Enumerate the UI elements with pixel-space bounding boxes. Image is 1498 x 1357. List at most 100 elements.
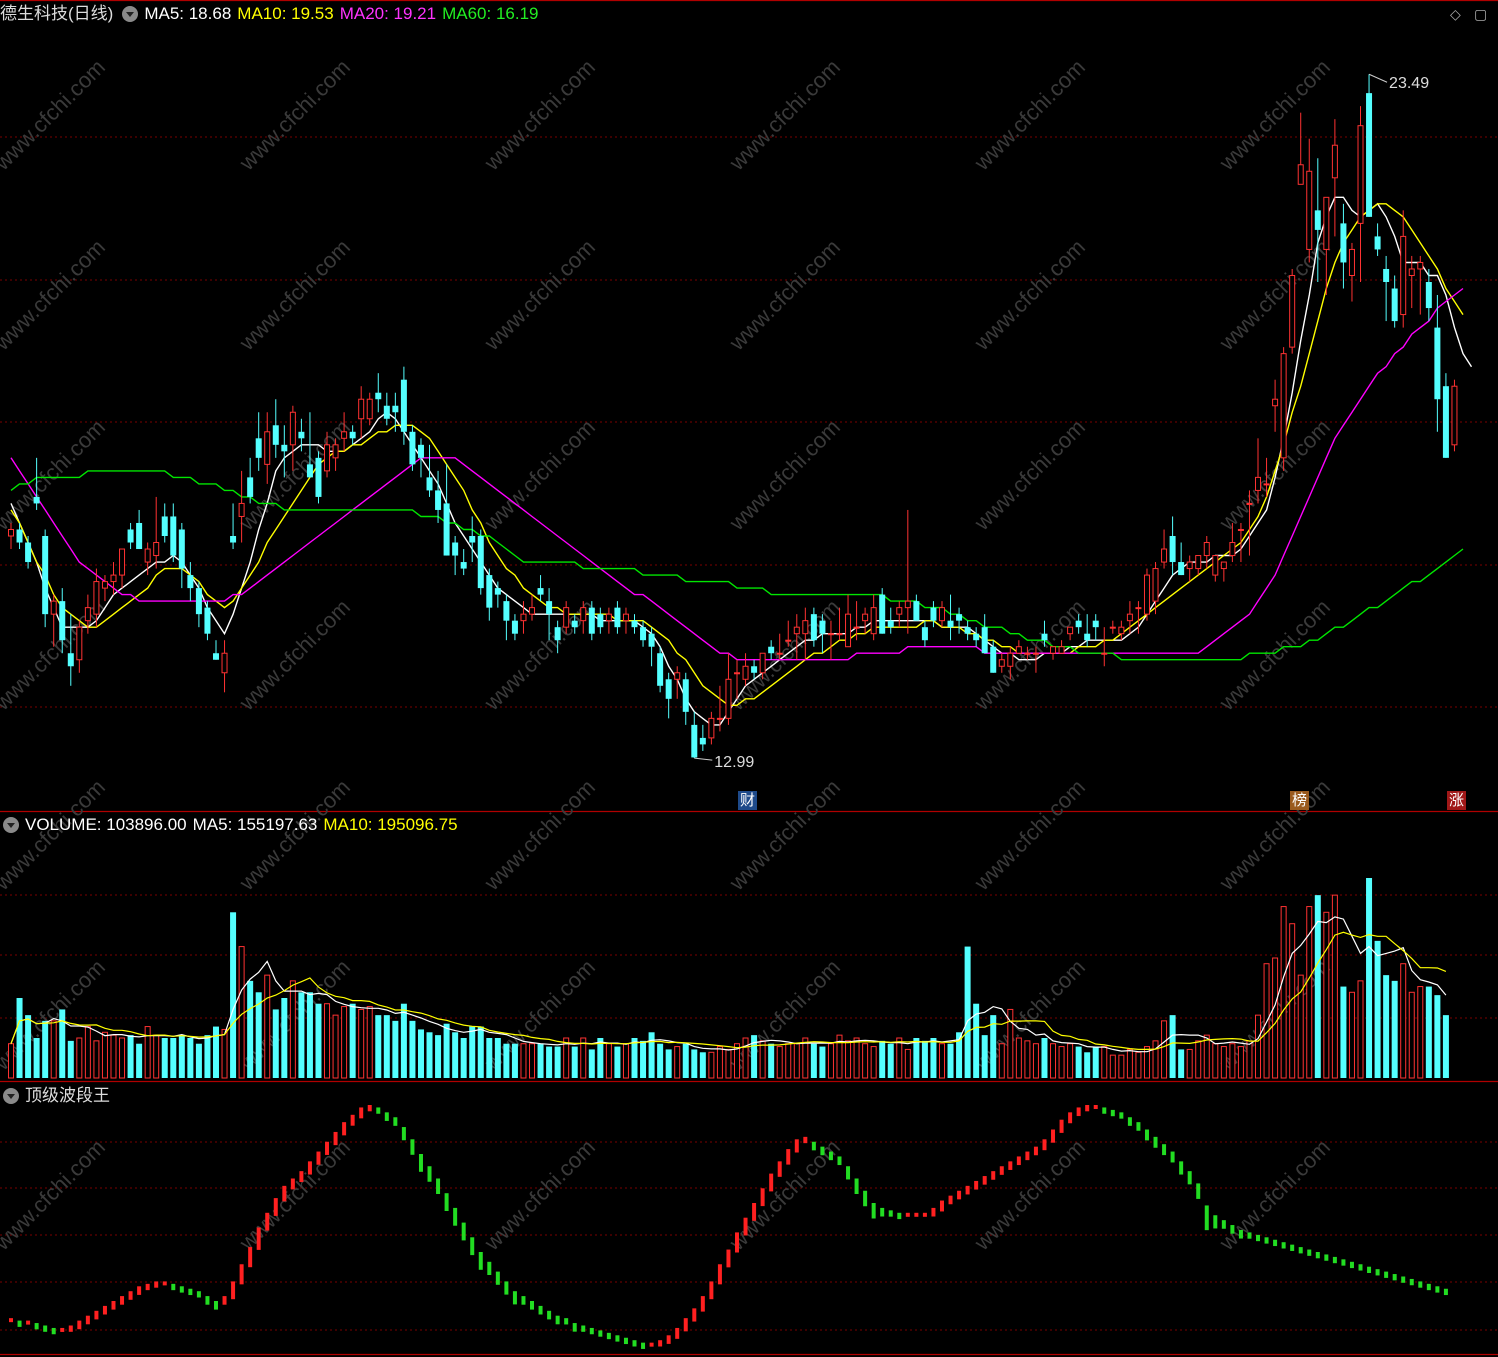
indicator-bar — [222, 1296, 227, 1305]
candle-body — [1417, 261, 1424, 270]
candle-body — [836, 633, 843, 636]
indicator-bar — [957, 1190, 962, 1200]
indicator-bar — [1358, 1264, 1363, 1271]
candle-body — [571, 620, 578, 628]
volume-bar — [870, 1046, 877, 1079]
watermark-text: www.cfchi.com — [479, 774, 600, 895]
volume-bar — [42, 1020, 49, 1078]
candle — [1297, 112, 1304, 185]
candle-body — [725, 678, 732, 719]
candle-body — [1323, 196, 1330, 250]
candle — [648, 627, 655, 667]
indicator-bar — [1136, 1122, 1141, 1131]
candle — [1203, 536, 1210, 569]
candle-body — [990, 646, 997, 673]
candle-body — [981, 627, 988, 654]
candle — [76, 620, 83, 673]
volume-bar — [1340, 986, 1347, 1078]
candle — [486, 568, 493, 621]
indicator-bar — [752, 1203, 757, 1221]
volume-bar — [1152, 1040, 1159, 1079]
candle — [383, 392, 390, 426]
candle-body — [349, 431, 356, 439]
candle-body — [1357, 125, 1364, 224]
indicator-bar — [325, 1141, 330, 1155]
indicator-bar — [9, 1318, 13, 1323]
indicator-bar — [1025, 1151, 1030, 1161]
candle-body — [1237, 528, 1244, 531]
volume-bar — [973, 1003, 980, 1078]
indicator-bar — [615, 1335, 620, 1342]
diamond-icon[interactable]: ◇ — [1450, 6, 1461, 23]
candlestick-series — [8, 74, 1458, 759]
volume-bar — [383, 1015, 390, 1078]
indicator-bar — [1110, 1109, 1115, 1117]
candle-body — [1289, 274, 1296, 348]
high-label: 23.49 — [1389, 75, 1429, 92]
candle — [511, 614, 518, 641]
indicator-bar — [376, 1107, 381, 1114]
candle — [101, 575, 108, 602]
candle-body — [802, 620, 809, 635]
candle-body — [648, 633, 655, 647]
indicator-bar — [231, 1281, 236, 1300]
restore-icon[interactable]: ▢ — [1474, 6, 1487, 23]
indicator-bar — [111, 1301, 116, 1310]
candle — [1186, 555, 1193, 582]
volume-bar — [366, 1006, 373, 1079]
ranking-badge[interactable]: 榜 — [1290, 791, 1310, 810]
indicator-bar — [1042, 1139, 1047, 1151]
indicator-bar — [1076, 1107, 1081, 1117]
candle — [665, 672, 672, 719]
indicator-bar — [564, 1318, 569, 1325]
volume-bar — [127, 1035, 134, 1078]
finance-badge[interactable]: 财 — [738, 791, 758, 810]
indicator-bar — [1341, 1259, 1346, 1266]
volume-bar — [862, 1043, 869, 1079]
candle-body — [511, 620, 518, 634]
indicator-bar — [547, 1310, 552, 1320]
candle-body — [588, 607, 595, 634]
volume-bar — [768, 1043, 775, 1078]
volume-bar — [417, 1029, 424, 1078]
candle-body — [682, 679, 689, 712]
candle-body — [827, 633, 834, 636]
volume-bar — [1383, 975, 1390, 1078]
candle-body — [400, 379, 407, 432]
low-label: 12.99 — [714, 754, 754, 771]
candle — [1092, 614, 1099, 641]
candle-body — [759, 652, 766, 674]
candle-body — [1169, 536, 1176, 563]
watermark-text: www.cfchi.com — [724, 234, 845, 355]
candle-body — [734, 672, 740, 675]
indicator-bar — [717, 1264, 722, 1285]
candle-body — [640, 627, 647, 641]
candle-body — [212, 653, 219, 660]
indicator-bar — [333, 1131, 338, 1146]
volume-bar — [324, 1003, 331, 1079]
volume-bar — [247, 980, 254, 1078]
volume-bar — [793, 1043, 800, 1079]
indicator-panel-header: 顶级波段王 — [0, 1082, 116, 1110]
indicator-bar — [77, 1320, 82, 1330]
candle — [341, 412, 348, 452]
dropdown-icon[interactable] — [122, 5, 139, 22]
limit-up-badge[interactable]: 涨 — [1447, 791, 1467, 810]
volume-bar — [67, 1040, 74, 1078]
volume-dropdown-icon[interactable] — [3, 816, 19, 833]
candle-body — [452, 542, 459, 556]
indicator-bar — [307, 1161, 312, 1175]
volume-bar — [1366, 878, 1373, 1078]
candle — [195, 581, 202, 628]
candle — [973, 627, 980, 647]
indicator-bar — [709, 1281, 714, 1300]
indicator-bar — [743, 1217, 748, 1236]
indicator-bar — [179, 1286, 184, 1293]
volume-bar — [1417, 986, 1424, 1079]
candle-body — [921, 627, 928, 641]
volume-bar — [50, 1020, 57, 1079]
indicator-bar — [1273, 1239, 1278, 1247]
candle-body — [938, 607, 945, 622]
indicator-dropdown-icon[interactable] — [3, 1087, 19, 1104]
candle-body — [119, 548, 126, 576]
